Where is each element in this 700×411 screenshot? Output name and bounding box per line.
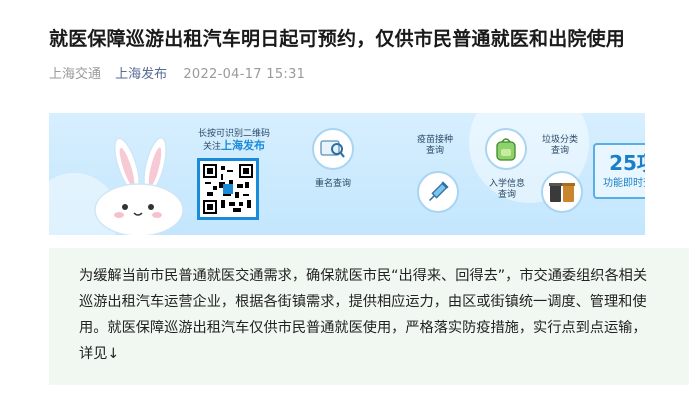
qr-code bbox=[197, 158, 259, 220]
article-summary: 为缓解当前市民普通就医交通需求，确保就医市民“出得来、回得去”，市交通委组织各相… bbox=[49, 248, 689, 385]
account-link[interactable]: 上海发布 bbox=[115, 67, 167, 82]
schoolbag-icon bbox=[485, 128, 527, 170]
trash-bins-icon bbox=[541, 171, 583, 213]
summary-paragraph: 为缓解当前市民普通就医交通需求，确保就医市民“出得来、回得去”，市交通委组织各相… bbox=[79, 268, 648, 362]
promo-banner-image: 长按可识别二维码 关注上海发布 重名查询 疫苗接种 查询 入学信息 查询 垃圾分… bbox=[49, 113, 645, 235]
feature-count: 25项 bbox=[609, 151, 645, 175]
qr-hint-prefix: 关注 bbox=[202, 142, 221, 152]
service-panel: 重名查询 疫苗接种 查询 入学信息 查询 垃圾分类 查询 25项 功能即时查询 bbox=[277, 113, 645, 235]
qr-hint: 长按可识别二维码 关注上海发布 bbox=[179, 128, 289, 153]
service-label-vaccine: 疫苗接种 查询 bbox=[416, 135, 453, 156]
qr-code-icon bbox=[203, 164, 253, 214]
article-meta: 上海交通 上海发布 2022-04-17 15:31 bbox=[49, 66, 305, 84]
service-label-trash: 垃圾分类 查询 bbox=[541, 135, 578, 156]
feature-count-label: 功能即时查询 bbox=[603, 178, 645, 189]
name-search-icon bbox=[312, 128, 354, 170]
publish-time: 2022-04-17 15:31 bbox=[183, 67, 306, 82]
source-label: 上海交通 bbox=[49, 67, 102, 82]
feature-count-badge: 25项 功能即时查询 bbox=[593, 143, 645, 199]
service-label-name: 重名查询 bbox=[314, 179, 351, 189]
qr-hint-brand: 上海发布 bbox=[221, 139, 265, 152]
service-label-school: 入学信息 查询 bbox=[488, 179, 525, 200]
article-title: 就医保障巡游出租汽车明日起可预约，仅供市民普通就医和出院使用 bbox=[49, 28, 626, 50]
syringe-icon bbox=[417, 171, 459, 213]
